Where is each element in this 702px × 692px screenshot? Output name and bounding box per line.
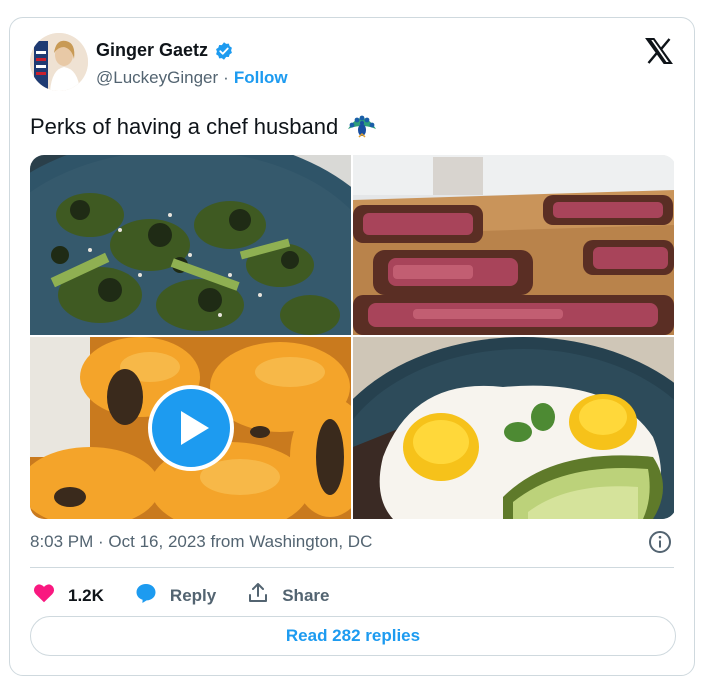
author-name-row: Ginger Gaetz [96,40,234,61]
action-bar: 1.2K Reply Share [32,581,359,610]
x-logo-icon[interactable] [644,36,674,66]
steak-photo[interactable] [353,155,674,335]
author-handle[interactable]: @LuckeyGinger [96,68,218,88]
divider [30,567,674,568]
reply-label: Reply [169,585,217,605]
reply-button[interactable]: Reply [134,581,216,610]
heart-icon [32,581,56,610]
share-button[interactable]: Share [246,581,329,610]
eggs-avocado-photo[interactable] [353,337,674,519]
share-label: Share [282,585,330,605]
reply-bubble-icon [134,581,158,610]
play-button[interactable] [148,385,234,471]
play-icon [180,411,209,445]
info-icon[interactable] [648,530,672,554]
tweet-body: Perks of having a chef husband [30,114,339,139]
tweet-timestamp[interactable]: 8:03 PM · Oct 16, 2023 from Washington, … [30,532,372,552]
share-icon [246,581,270,610]
verified-badge-icon [214,41,234,61]
peppers-video[interactable] [30,337,351,519]
follow-button[interactable]: Follow [234,68,288,88]
peacock-icon [346,113,378,141]
like-count: 1.2K [68,585,104,605]
author-name[interactable]: Ginger Gaetz [96,40,208,61]
broccoli-photo[interactable] [30,155,351,335]
tweet-text: Perks of having a chef husband [30,113,378,141]
author-handle-row: @LuckeyGinger · Follow [96,68,288,88]
media-grid [30,155,676,519]
like-button[interactable]: 1.2K [32,581,104,610]
read-replies-button[interactable]: Read 282 replies [30,616,676,656]
avatar[interactable] [30,33,88,91]
tweet-card: Ginger Gaetz @LuckeyGinger · Follow Perk… [9,17,695,676]
handle-separator: · [223,68,229,87]
